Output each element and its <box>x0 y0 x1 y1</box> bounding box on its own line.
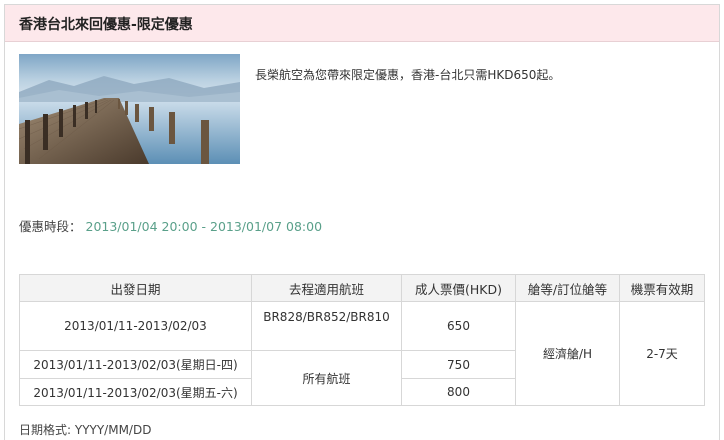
flights-cell: BR828/BR852/BR810 <box>251 301 402 351</box>
header-departure-date: 出發日期 <box>19 274 252 302</box>
promo-period: 優惠時段： 2013/01/04 20:00 - 2013/01/07 08:0… <box>19 216 322 235</box>
fare-table: 出發日期 去程適用航班 成人票價(HKD) 艙等/訂位艙等 機票有效期 2013… <box>19 274 705 406</box>
departure-date-cell: 2013/01/11-2013/02/03(星期日-四) <box>19 350 252 379</box>
cabin-class-cell: 經濟艙/H <box>515 301 620 406</box>
header-adult-fare: 成人票價(HKD) <box>401 274 516 302</box>
date-format-note: 日期格式: YYYY/MM/DD <box>19 423 152 437</box>
fare-table-header-row: 出發日期 去程適用航班 成人票價(HKD) 艙等/訂位艙等 機票有效期 <box>19 274 705 302</box>
departure-date-cell: 2013/01/11-2013/02/03(星期五-六) <box>19 378 252 406</box>
pier-landscape-photo-icon <box>19 54 240 164</box>
period-label: 優惠時段： <box>19 219 82 234</box>
fare-cell: 800 <box>401 378 516 406</box>
validity-cell: 2-7天 <box>619 301 705 406</box>
fare-cell: 750 <box>401 350 516 379</box>
page-title: 香港台北來回優惠-限定優惠 <box>19 17 193 33</box>
promo-intro-text: 長榮航空為您帶來限定優惠，香港-台北只需HKD650起。 <box>255 68 561 82</box>
period-value: 2013/01/04 20:00 - 2013/01/07 08:00 <box>85 219 323 234</box>
header-cabin-class: 艙等/訂位艙等 <box>515 274 620 302</box>
table-row: 2013/01/11-2013/02/03 BR828/BR852/BR810 … <box>19 301 705 406</box>
flights-cell: 所有航班 <box>251 350 402 406</box>
fare-cell: 650 <box>401 301 516 351</box>
promo-photo <box>19 54 240 164</box>
departure-date-cell: 2013/01/11-2013/02/03 <box>19 301 252 351</box>
title-bar: 香港台北來回優惠-限定優惠 <box>5 5 719 42</box>
header-flights: 去程適用航班 <box>251 274 402 302</box>
header-validity: 機票有效期 <box>619 274 705 302</box>
